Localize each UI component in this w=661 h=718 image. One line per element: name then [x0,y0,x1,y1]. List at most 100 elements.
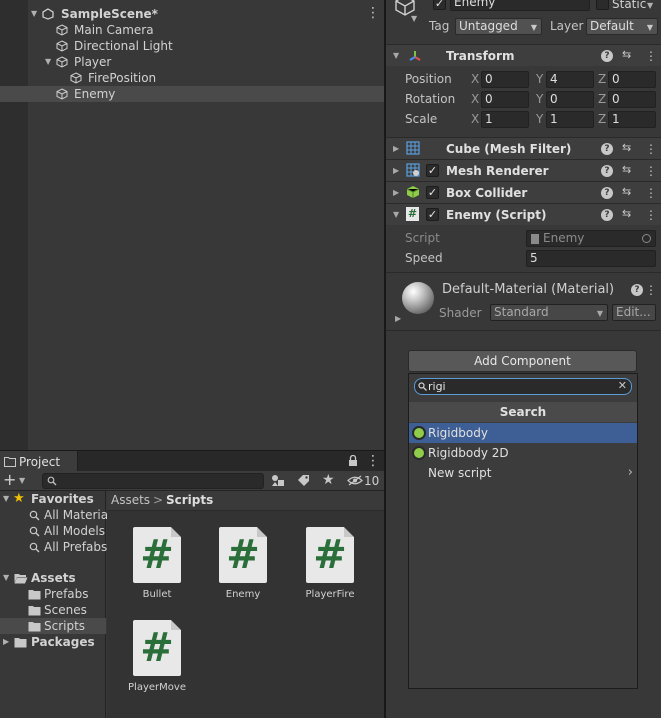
scale-x-field[interactable]: 1 [481,111,529,128]
speed-field[interactable]: 5 [526,250,656,267]
enabled-checkbox[interactable]: ✓ [426,208,439,221]
help-icon[interactable]: ? [601,165,613,177]
enabled-checkbox[interactable]: ✓ [426,186,439,199]
favorites-foldout-icon[interactable]: ▼ [3,491,9,507]
component-search-input[interactable]: rigi ✕ [414,378,632,395]
object-name-field[interactable]: Enemy [450,0,590,11]
presets-sliders-icon[interactable]: ⇆ [622,163,631,176]
tag-dropdown[interactable]: Untagged ▼ [455,18,542,35]
shader-dropdown[interactable]: Standard ▼ [490,304,608,321]
position-z-field[interactable]: 0 [608,71,656,88]
asset-enemy-script[interactable]: # Enemy [203,527,283,603]
assets-foldout-icon[interactable]: ▼ [3,570,9,586]
static-dropdown-icon[interactable]: ▼ [647,1,653,10]
context-menu-icon[interactable]: ⋮ [645,143,657,155]
help-icon[interactable]: ? [631,284,643,296]
z-axis-label[interactable]: Z [598,112,606,126]
create-dropdown-icon[interactable]: ▼ [19,476,25,485]
x-axis-label[interactable]: X [471,112,479,126]
foldout-icon[interactable]: ▼ [393,51,399,60]
presets-sliders-icon[interactable]: ⇆ [622,185,631,198]
context-menu-icon[interactable]: ⋮ [645,165,657,177]
transform-header[interactable]: ▼ Transform ? ⇆ ⋮ [386,44,661,66]
hierarchy-item-player[interactable]: ▼ Player [28,54,384,70]
project-kebab-icon[interactable]: ⋮ [366,453,380,469]
popup-item-rigidbody[interactable]: Rigidbody [409,423,637,443]
tree-item-scripts[interactable]: Scripts [0,618,106,634]
hierarchy-item-fireposition[interactable]: FirePosition [28,70,384,86]
tree-item-all-prefabs[interactable]: All Prefabs [0,539,107,555]
favorite-star-icon[interactable]: ★ [322,472,335,488]
context-menu-icon[interactable]: ⋮ [645,284,657,296]
tree-item-packages[interactable]: ▶ Packages [0,634,106,650]
object-picker-icon[interactable] [642,234,651,243]
hierarchy-item-enemy[interactable]: Enemy [0,86,384,102]
foldout-icon[interactable]: ▼ [393,210,399,219]
popup-item-rigidbody-2d[interactable]: Rigidbody 2D [409,443,637,463]
tree-item-prefabs[interactable]: Prefabs [0,586,106,602]
icon-dropdown-icon[interactable]: ▼ [411,14,417,23]
context-menu-icon[interactable]: ⋮ [645,187,657,199]
rotation-x-field[interactable]: 0 [481,91,529,108]
foldout-icon[interactable]: ▶ [393,188,399,197]
rotation-y-field[interactable]: 0 [546,91,594,108]
position-x-field[interactable]: 0 [481,71,529,88]
foldout-icon[interactable]: ▶ [393,144,399,153]
hidden-packages-eye-icon[interactable] [347,475,363,486]
hierarchy-item-directional-light[interactable]: Directional Light [28,38,384,54]
clear-search-icon[interactable]: ✕ [618,379,627,392]
tree-item-all-materials[interactable]: All Materia [0,507,108,523]
static-checkbox[interactable] [596,0,609,10]
help-icon[interactable]: ? [601,143,613,155]
presets-sliders-icon[interactable]: ⇆ [622,207,631,220]
active-checkbox[interactable]: ✓ [433,0,446,10]
scale-y-field[interactable]: 1 [546,111,594,128]
add-component-button[interactable]: Add Component [408,350,637,372]
presets-sliders-icon[interactable]: ⇆ [622,48,631,61]
breadcrumb-assets[interactable]: Assets [111,493,150,507]
tree-item-assets[interactable]: ▼ Assets [0,570,106,586]
popup-item-new-script[interactable]: New script › [409,463,637,483]
z-axis-label[interactable]: Z [598,92,606,106]
enemy-script-header[interactable]: ▼ # ✓ Enemy (Script) ? ⇆ ⋮ [386,203,661,225]
scene-kebab-icon[interactable]: ⋮ [366,6,380,22]
y-axis-label[interactable]: Y [536,112,543,126]
help-icon[interactable]: ? [601,187,613,199]
foldout-icon[interactable]: ▶ [393,166,399,175]
create-plus-icon[interactable]: + [3,472,16,488]
position-y-field[interactable]: 4 [546,71,594,88]
y-axis-label[interactable]: Y [536,92,543,106]
enabled-checkbox[interactable]: ✓ [426,164,439,177]
tree-item-all-models[interactable]: All Models [0,523,106,539]
mesh-renderer-header[interactable]: ▶ ✓ Mesh Renderer ? ⇆ ⋮ [386,159,661,181]
lock-icon[interactable] [348,455,358,467]
y-axis-label[interactable]: Y [536,72,543,86]
presets-sliders-icon[interactable]: ⇆ [622,141,631,154]
z-axis-label[interactable]: Z [598,72,606,86]
scene-foldout-icon[interactable]: ▼ [31,6,37,22]
material-foldout-icon[interactable]: ▶ [395,314,401,323]
tree-item-scenes[interactable]: Scenes [0,602,106,618]
x-axis-label[interactable]: X [471,92,479,106]
mesh-filter-header[interactable]: ▶ Cube (Mesh Filter) ? ⇆ ⋮ [386,137,661,159]
layer-dropdown[interactable]: Default ▼ [586,18,658,35]
hierarchy-item-main-camera[interactable]: Main Camera [28,22,384,38]
packages-foldout-icon[interactable]: ▶ [3,634,9,650]
help-icon[interactable]: ? [601,209,613,221]
context-menu-icon[interactable]: ⋮ [645,209,657,221]
player-foldout-icon[interactable]: ▼ [45,54,51,70]
x-axis-label[interactable]: X [471,72,479,86]
rotation-z-field[interactable]: 0 [608,91,656,108]
context-menu-icon[interactable]: ⋮ [645,50,657,62]
tree-item-favorites[interactable]: ▼ ★ Favorites [0,491,106,507]
scene-row[interactable]: ▼ SampleScene* [28,6,384,22]
label-tag-icon[interactable] [297,474,310,487]
asset-bullet-script[interactable]: # Bullet [117,527,197,603]
scale-z-field[interactable]: 1 [608,111,656,128]
edit-shader-button[interactable]: Edit... [612,304,656,321]
box-collider-header[interactable]: ▶ ✓ Box Collider ? ⇆ ⋮ [386,181,661,203]
project-search-input[interactable] [42,473,264,489]
help-icon[interactable]: ? [601,50,613,62]
breadcrumb-scripts[interactable]: Scripts [166,493,213,507]
search-by-type-icon[interactable] [270,474,286,488]
